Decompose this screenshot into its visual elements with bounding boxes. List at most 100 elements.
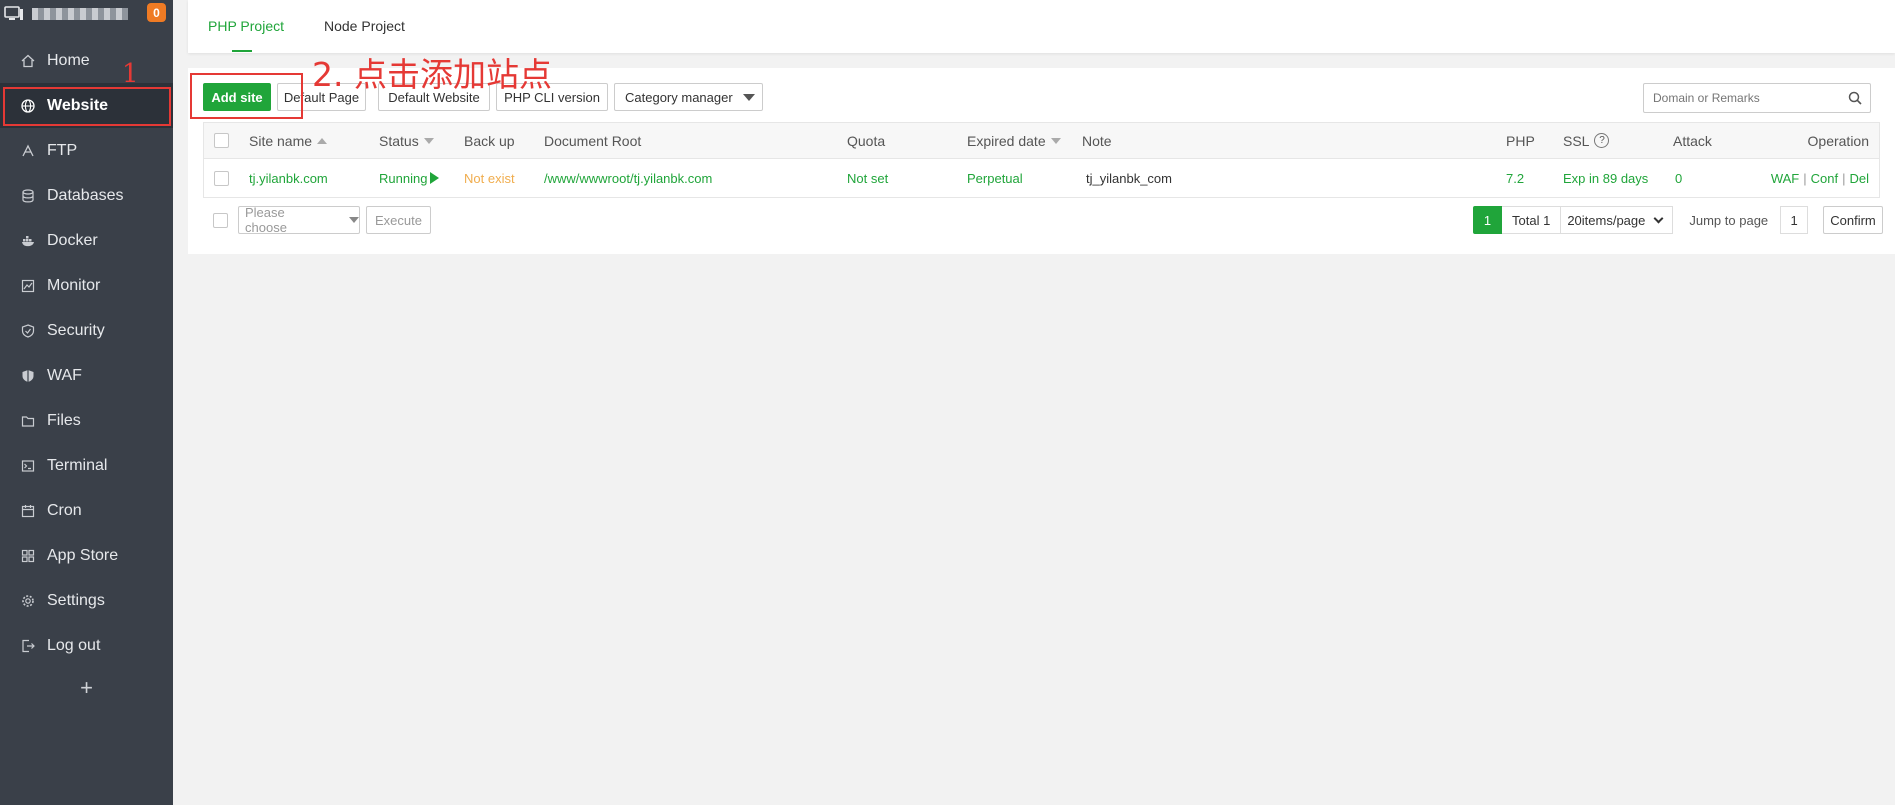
monitor-icon [21, 279, 35, 293]
col-quota: Quota [847, 132, 886, 149]
sidebar-item-databases[interactable]: Databases [0, 173, 173, 218]
quota-link[interactable]: Not set [847, 159, 888, 197]
home-icon [21, 54, 35, 68]
ssl-link[interactable]: Exp in 89 days [1563, 159, 1648, 197]
sidebar-item-label: Log out [47, 636, 101, 654]
select-all-checkbox[interactable] [214, 133, 229, 148]
col-php: PHP [1506, 132, 1535, 149]
col-site-name[interactable]: Site name [249, 123, 328, 158]
sites-table: Site name Status Back up Document Root Q… [203, 122, 1880, 198]
delete-link[interactable]: Del [1849, 171, 1869, 186]
sidebar-item-monitor[interactable]: Monitor [0, 263, 173, 308]
add-menu-button[interactable]: + [0, 666, 173, 710]
table-row: tj.yilanbk.com Running Not exist /www/ww… [204, 159, 1879, 197]
sidebar-header: 0 [0, 0, 173, 27]
server-icon [4, 5, 24, 22]
active-tab-indicator [232, 50, 252, 52]
sidebar-item-security[interactable]: Security [0, 308, 173, 353]
gear-icon [21, 594, 35, 608]
ftp-icon [21, 144, 35, 158]
col-expired-label: Expired date [967, 132, 1046, 149]
status-label: Running [379, 170, 428, 186]
sidebar-item-app-store[interactable]: App Store [0, 533, 173, 578]
batch-action-placeholder: Please choose [245, 205, 287, 235]
page-number-current[interactable]: 1 [1473, 206, 1502, 234]
items-per-page-select[interactable]: 20items/page [1561, 206, 1674, 234]
add-site-button[interactable]: Add site [203, 83, 271, 111]
col-ssl: SSL? [1563, 123, 1610, 158]
confirm-button[interactable]: Confirm [1823, 206, 1883, 234]
conf-link[interactable]: Conf [1811, 171, 1838, 186]
sidebar-item-label: Files [47, 411, 81, 429]
attack-count[interactable]: 0 [1675, 159, 1682, 197]
col-document-root: Document Root [544, 132, 642, 149]
notification-badge[interactable]: 0 [147, 3, 166, 22]
sidebar-item-label: App Store [47, 546, 119, 564]
footer-select-all-checkbox[interactable] [213, 212, 228, 228]
terminal-icon [21, 459, 35, 473]
operation-links: WAF | Conf | Del [1770, 170, 1869, 186]
annotation-step-1: 1 [122, 59, 139, 89]
php-version-link[interactable]: 7.2 [1506, 159, 1524, 197]
col-expired-date[interactable]: Expired date [967, 123, 1061, 158]
sidebar-item-logout[interactable]: Log out [0, 623, 173, 668]
sidebar-item-cron[interactable]: Cron [0, 488, 173, 533]
col-attack: Attack [1673, 132, 1712, 149]
col-ssl-label: SSL [1563, 132, 1590, 149]
execute-button[interactable]: Execute [366, 206, 431, 234]
sidebar-item-label: Databases [47, 186, 124, 204]
sidebar-item-website[interactable]: Website [0, 83, 173, 128]
logout-icon [21, 639, 35, 653]
note-field[interactable]: tj_yilanbk_com [1086, 159, 1172, 197]
search-box [1643, 83, 1871, 113]
site-name-link[interactable]: tj.yilanbk.com [249, 159, 328, 197]
sidebar-item-settings[interactable]: Settings [0, 578, 173, 623]
col-status[interactable]: Status [379, 123, 434, 158]
col-site-name-label: Site name [249, 132, 313, 149]
row-checkbox[interactable] [214, 170, 229, 186]
sidebar-item-files[interactable]: Files [0, 398, 173, 443]
sort-asc-icon [317, 137, 328, 144]
status-toggle[interactable]: Running [379, 159, 440, 197]
sidebar-item-terminal[interactable]: Terminal [0, 443, 173, 488]
help-icon[interactable]: ? [1594, 133, 1610, 148]
sidebar-item-label: WAF [47, 366, 82, 384]
col-backup: Back up [464, 132, 515, 149]
category-manager-label: Category manager [625, 89, 733, 105]
calendar-icon [21, 504, 35, 518]
annotation-step-2: 2. 点击添加站点 [312, 55, 552, 94]
server-host-blurred [32, 7, 128, 20]
shield-icon [21, 323, 35, 338]
pagination: 1 Total 1 20items/page Jump to page 1 [1473, 206, 1809, 234]
sidebar-item-label: FTP [47, 141, 78, 159]
chevron-down-icon [1653, 213, 1664, 223]
folder-icon [21, 414, 35, 428]
sidebar-item-home[interactable]: Home [0, 38, 173, 83]
category-manager-dropdown[interactable]: Category manager [614, 83, 763, 111]
items-per-page-label: 20items/page [1567, 212, 1646, 228]
tab-node-project[interactable]: Node Project [324, 18, 405, 34]
sidebar-item-waf[interactable]: WAF [0, 353, 173, 398]
batch-action-select[interactable]: Please choose [238, 205, 360, 235]
total-count: Total 1 [1502, 206, 1562, 234]
col-status-label: Status [379, 132, 419, 149]
tab-php-project[interactable]: PHP Project [208, 18, 284, 34]
table-footer: Please choose Execute 1 Total 1 20items/… [203, 205, 1883, 235]
globe-icon [21, 98, 35, 113]
sidebar-item-ftp[interactable]: FTP [0, 128, 173, 173]
play-icon [430, 172, 440, 184]
waf-link[interactable]: WAF [1771, 171, 1799, 186]
grid-icon [21, 549, 35, 563]
document-root-link[interactable]: /www/wwwroot/tj.yilanbk.com [544, 159, 712, 197]
jump-page-input[interactable]: 1 [1780, 206, 1809, 234]
chevron-down-icon [742, 93, 755, 101]
sidebar-item-label: Docker [47, 231, 98, 249]
expired-date-link[interactable]: Perpetual [967, 159, 1023, 197]
sort-desc-icon [1050, 137, 1061, 144]
sidebar-item-label: Settings [47, 591, 105, 609]
sidebar-item-docker[interactable]: Docker [0, 218, 173, 263]
chevron-down-icon [349, 217, 359, 223]
search-icon[interactable] [1848, 91, 1862, 105]
backup-link[interactable]: Not exist [464, 159, 515, 197]
search-input[interactable] [1644, 84, 1834, 112]
